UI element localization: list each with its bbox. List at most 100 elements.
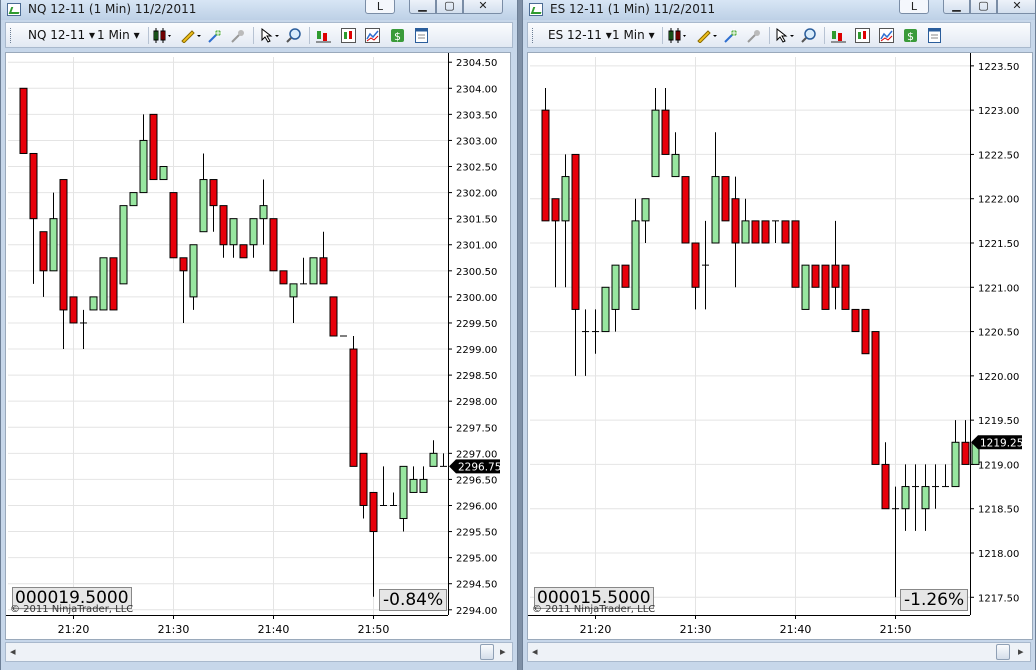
candle[interactable]: [751, 220, 760, 244]
indicators-icon[interactable]: [365, 28, 380, 43]
candle[interactable]: [711, 132, 720, 244]
properties-icon[interactable]: [414, 28, 429, 43]
chart-style-icon[interactable]: [152, 28, 172, 43]
candle[interactable]: [791, 220, 800, 288]
candle[interactable]: [199, 153, 208, 233]
candle[interactable]: [702, 220, 709, 310]
remove-drawing-icon[interactable]: [747, 28, 762, 43]
chart-style-icon[interactable]: [667, 28, 687, 43]
candle[interactable]: [80, 309, 87, 350]
candle[interactable]: [59, 179, 68, 350]
strategies-icon[interactable]: [341, 28, 356, 43]
toolbar-grip[interactable]: [10, 28, 14, 43]
candle[interactable]: [801, 264, 810, 310]
drawing-tool-icon[interactable]: [180, 28, 202, 43]
candle[interactable]: [641, 198, 650, 243]
remove-drawing-icon[interactable]: [231, 28, 246, 43]
maximize-icon[interactable]: ▢: [970, 0, 997, 14]
candle[interactable]: [892, 486, 899, 598]
instrument-selector[interactable]: NQ 12-11 ▾: [28, 28, 95, 42]
candle[interactable]: [139, 114, 148, 194]
cursor-icon[interactable]: [775, 28, 797, 43]
candle[interactable]: [741, 198, 750, 244]
candle[interactable]: [781, 220, 790, 244]
candle[interactable]: [861, 308, 870, 355]
candle[interactable]: [239, 244, 248, 259]
data-series-icon[interactable]: [316, 28, 331, 43]
candle[interactable]: [109, 257, 118, 311]
candle[interactable]: [429, 440, 438, 467]
indicators-icon[interactable]: [879, 28, 894, 43]
candle[interactable]: [259, 179, 268, 245]
candle[interactable]: [149, 113, 158, 181]
candle[interactable]: [359, 452, 368, 519]
candle[interactable]: [229, 218, 238, 258]
add-indicator-icon[interactable]: [208, 28, 223, 43]
candle[interactable]: [209, 179, 218, 232]
candle[interactable]: [189, 244, 198, 310]
candle[interactable]: [49, 192, 58, 272]
scroll-left-icon[interactable]: ◂: [532, 645, 538, 658]
price-chart[interactable]: 2304.50 2304.00 2303.50 2303.00 2302.50 2302.…: [5, 52, 511, 640]
candle[interactable]: [419, 466, 428, 493]
scroll-thumb[interactable]: [480, 644, 494, 660]
candle[interactable]: [119, 205, 128, 285]
candle[interactable]: [399, 465, 408, 532]
candlestick-plot[interactable]: 2304.50 2304.00 2303.50 2303.00 2302.50 2302.…: [6, 53, 512, 641]
candle[interactable]: [19, 87, 28, 154]
title-bar[interactable]: ES 12-11 (1 Min) 11/2/2011 L ▁ ▢ ✕: [523, 0, 1035, 20]
candle[interactable]: [289, 283, 298, 323]
candle[interactable]: [871, 331, 880, 465]
candle[interactable]: [309, 257, 318, 285]
zoom-icon[interactable]: [286, 28, 301, 43]
close-icon[interactable]: ✕: [463, 0, 503, 14]
candle[interactable]: [601, 286, 610, 333]
candle[interactable]: [440, 453, 447, 467]
drawing-tool-icon[interactable]: [696, 28, 718, 43]
candle[interactable]: [651, 88, 660, 178]
candle[interactable]: [329, 296, 338, 337]
candle[interactable]: [681, 176, 690, 244]
minimize-icon[interactable]: ▁: [943, 0, 970, 14]
candle[interactable]: [390, 492, 397, 506]
data-series-icon[interactable]: [831, 28, 846, 43]
price-chart[interactable]: 1223.50 1223.00 1222.50 1222.00 1221.50 1221.…: [527, 52, 1033, 640]
candle[interactable]: [721, 176, 730, 222]
dollar-icon[interactable]: $: [390, 28, 405, 43]
candle[interactable]: [691, 242, 700, 310]
strategies-icon[interactable]: [855, 28, 870, 43]
candle[interactable]: [942, 464, 949, 488]
cursor-icon[interactable]: [260, 28, 282, 43]
candle[interactable]: [881, 442, 890, 510]
horizontal-scrollbar[interactable]: ◂ ▸: [5, 642, 513, 662]
candle[interactable]: [380, 466, 387, 506]
candle[interactable]: [851, 308, 860, 333]
candle[interactable]: [661, 88, 670, 155]
candle[interactable]: [169, 192, 178, 259]
interval-selector[interactable]: 1 Min ▾: [97, 28, 140, 42]
candle[interactable]: [99, 257, 108, 311]
close-icon[interactable]: ✕: [997, 0, 1035, 14]
candle[interactable]: [29, 152, 38, 284]
layout-button[interactable]: L: [899, 0, 929, 14]
instrument-selector[interactable]: ES 12-11 ▾: [548, 28, 612, 42]
zoom-icon[interactable]: [801, 28, 816, 43]
candle[interactable]: [159, 166, 168, 181]
candle[interactable]: [279, 270, 288, 285]
layout-button[interactable]: L: [365, 0, 395, 14]
maximize-icon[interactable]: ▢: [436, 0, 463, 14]
candle[interactable]: [772, 220, 779, 243]
title-bar[interactable]: NQ 12-11 (1 Min) 11/2/2011 L ▁ ▢ ✕: [1, 0, 517, 20]
candle[interactable]: [631, 198, 640, 310]
candle[interactable]: [921, 464, 930, 531]
candle[interactable]: [409, 466, 418, 493]
candle[interactable]: [69, 296, 78, 324]
candle[interactable]: [349, 336, 358, 467]
scroll-thumb[interactable]: [996, 644, 1010, 660]
add-indicator-icon[interactable]: [724, 28, 739, 43]
candle[interactable]: [319, 231, 328, 285]
candle[interactable]: [731, 176, 740, 288]
candle[interactable]: [811, 264, 820, 288]
candle[interactable]: [561, 154, 570, 288]
candle[interactable]: [621, 264, 630, 288]
